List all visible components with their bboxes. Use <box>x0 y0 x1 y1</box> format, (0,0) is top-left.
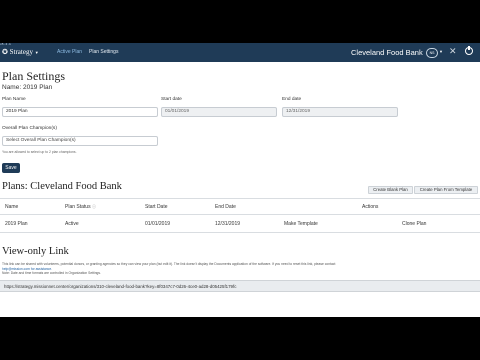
plan-name-input[interactable]: 2019 Plan <box>2 107 158 117</box>
row-plan-name[interactable]: 2019 Plan <box>5 221 28 227</box>
end-date-field: 12/31/2019 <box>282 107 398 117</box>
info-icon: ⓘ <box>91 204 96 209</box>
top-navbar: v5.4.1 ✪ Strategy ▼ Active Plan Plan Set… <box>0 43 480 62</box>
start-date-field: 01/01/2019 <box>161 107 277 117</box>
champion-label: Overall Plan Champion(s) <box>2 126 57 131</box>
power-icon[interactable] <box>465 46 473 55</box>
end-date-label: End date <box>282 97 302 102</box>
save-button[interactable]: Save <box>2 163 20 173</box>
view-only-title: View-only Link <box>2 246 69 257</box>
row-start-date: 01/01/2019 <box>145 221 171 227</box>
row-plan-status: Active <box>65 221 79 227</box>
plan-name-label: Plan Name <box>2 97 26 102</box>
plan-status-label: Plan Status <box>65 204 91 210</box>
column-header-start-date: Start Date <box>145 204 168 210</box>
date-format-note: Note: Date and time formats are controll… <box>2 271 101 275</box>
wrench-icon[interactable]: ✕ <box>449 46 457 57</box>
brand-logo[interactable]: ✪ Strategy ▼ <box>2 48 39 56</box>
plan-name-heading: Name: 2019 Plan <box>2 84 53 91</box>
champion-select[interactable]: Select Overall Plan Champion(s) <box>2 136 158 146</box>
organization-name: Cleveland Food Bank <box>351 48 423 57</box>
user-menu-chevron-icon[interactable]: ▼ <box>439 49 443 54</box>
app-window: v5.4.1 ✪ Strategy ▼ Active Plan Plan Set… <box>0 43 480 317</box>
column-header-plan-status: Plan Status ⓘ <box>65 204 96 210</box>
clone-plan-link[interactable]: Clone Plan <box>402 221 426 227</box>
table-header-divider <box>0 214 480 215</box>
brand-caret-icon: ▼ <box>34 50 39 55</box>
start-date-label: Start date <box>161 97 182 102</box>
row-end-date: 12/31/2019 <box>215 221 241 227</box>
column-header-name: Name <box>5 204 19 210</box>
view-only-link-field[interactable]: https://strategy.missionnet.center/organ… <box>0 280 480 292</box>
create-plan-from-template-button[interactable]: Create Plan From Template <box>414 186 478 194</box>
create-blank-plan-button[interactable]: Create Blank Plan <box>368 186 413 194</box>
version-label: v5.4.1 <box>0 43 11 46</box>
help-email-link[interactable]: help@mission.com for assistance. <box>2 267 52 271</box>
nav-active-plan[interactable]: Active Plan <box>57 49 82 55</box>
view-only-info-text: This link can be shared with volunteers,… <box>2 262 336 266</box>
table-bottom-divider <box>0 232 480 233</box>
brand-name: Strategy <box>9 48 33 56</box>
table-divider <box>0 198 480 199</box>
column-header-actions: Actions <box>362 204 379 210</box>
champion-help-text: You are allowed to select up to 2 plan c… <box>2 150 77 154</box>
plans-title: Plans: Cleveland Food Bank <box>2 181 122 192</box>
page-title: Plan Settings <box>2 69 66 83</box>
user-avatar[interactable]: NS <box>426 48 438 58</box>
column-header-end-date: End Date <box>215 204 236 210</box>
make-template-link[interactable]: Make Template <box>284 221 318 227</box>
nav-plan-settings[interactable]: Plan Settings <box>89 49 118 55</box>
